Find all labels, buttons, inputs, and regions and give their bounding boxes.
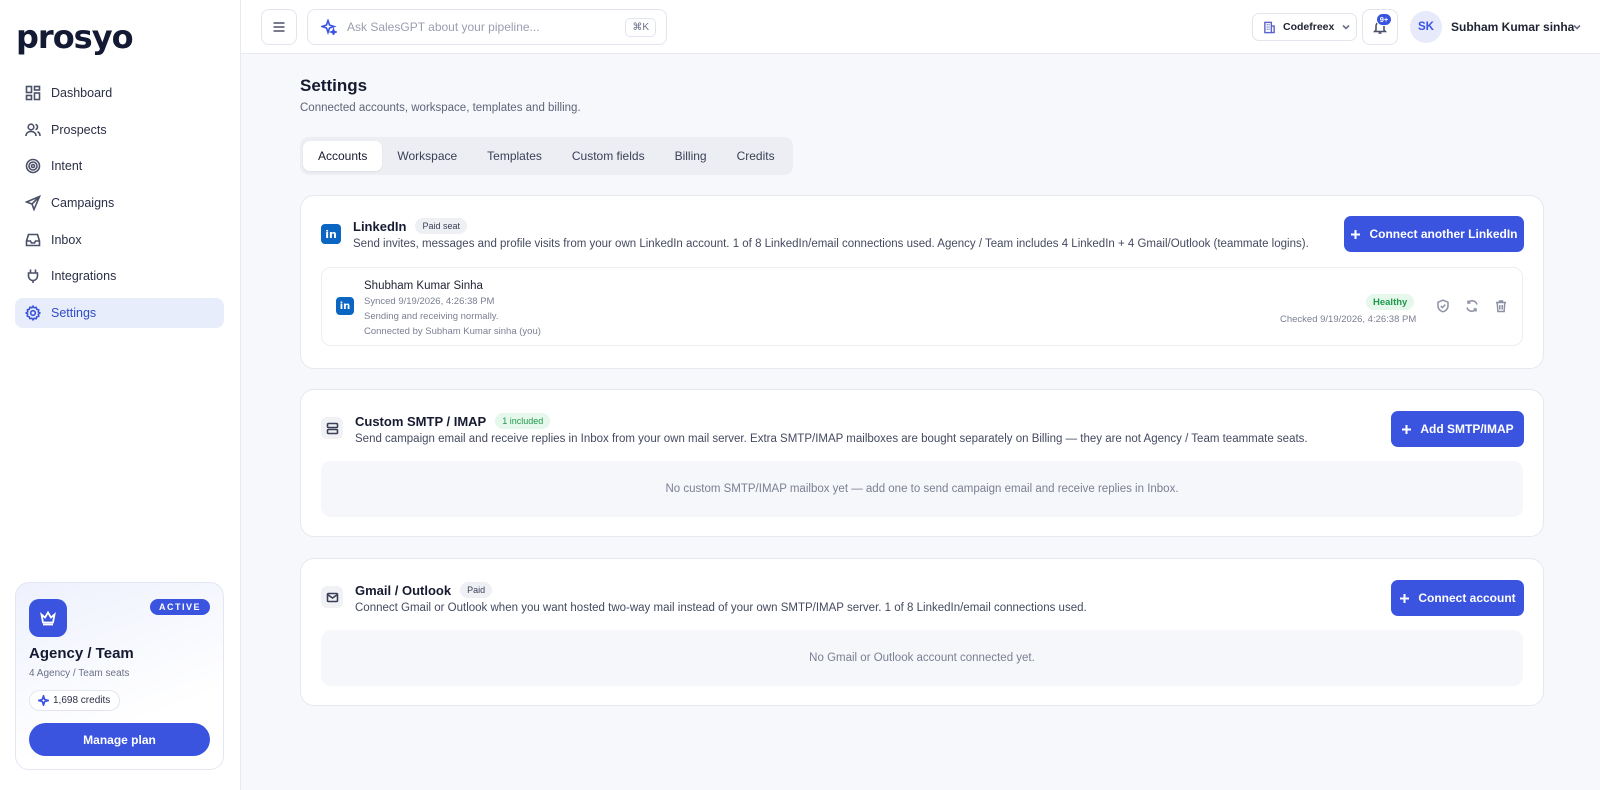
sidebar-item-label: Inbox bbox=[51, 232, 82, 247]
connect-linkedin-button[interactable]: Connect another LinkedIn bbox=[1344, 216, 1524, 252]
smtp-card: Custom SMTP / IMAP 1 included Send campa… bbox=[300, 389, 1544, 537]
crown-icon bbox=[29, 599, 67, 637]
sidebar-item-label: Settings bbox=[51, 306, 97, 321]
tab-templates[interactable]: Templates bbox=[472, 141, 557, 171]
card-title: Gmail / Outlook bbox=[355, 582, 452, 598]
sidebar-item-label: Prospects bbox=[51, 122, 107, 137]
sparkle-icon bbox=[321, 19, 337, 35]
manage-plan-button[interactable]: Manage plan bbox=[29, 723, 210, 756]
sidebar-item-prospects[interactable]: Prospects bbox=[15, 115, 224, 145]
card-title: Custom SMTP / IMAP bbox=[355, 413, 487, 429]
sidebar-item-label: Integrations bbox=[51, 269, 117, 284]
paid-seat-badge: Paid seat bbox=[415, 218, 467, 234]
notification-count-badge: 9+ bbox=[1376, 13, 1392, 26]
connect-account-button[interactable]: Connect account bbox=[1391, 580, 1524, 616]
page-subtitle: Connected accounts, workspace, templates… bbox=[300, 102, 581, 114]
users-icon bbox=[25, 123, 41, 136]
linkedin-account-row: in Shubham Kumar Sinha Synced 9/19/2026,… bbox=[321, 267, 1523, 346]
credits-text: 1,698 credits bbox=[53, 695, 111, 706]
user-name[interactable]: Subham Kumar sinha bbox=[1451, 20, 1574, 34]
gear-icon bbox=[25, 305, 41, 322]
sidebar-item-settings[interactable]: Settings bbox=[15, 298, 224, 329]
sidebar-item-intent[interactable]: Intent bbox=[15, 151, 224, 181]
plus-icon bbox=[1402, 424, 1412, 434]
account-name: Shubham Kumar Sinha bbox=[364, 280, 483, 292]
notifications-button[interactable]: 9+ bbox=[1362, 9, 1398, 45]
card-description: Send invites, messages and profile visit… bbox=[353, 238, 1309, 250]
sidebar-item-inbox[interactable]: Inbox bbox=[15, 225, 224, 255]
linkedin-icon: in bbox=[336, 297, 354, 315]
mail-icon bbox=[321, 586, 343, 608]
plus-icon bbox=[1400, 593, 1410, 603]
refresh-icon[interactable] bbox=[1465, 299, 1481, 315]
plan-seats: 4 Agency / Team seats bbox=[29, 668, 130, 679]
dashboard-icon bbox=[25, 85, 41, 101]
workspace-name: Codefreex bbox=[1283, 21, 1335, 33]
health-badge: Healthy bbox=[1366, 294, 1415, 310]
sidebar-item-integrations[interactable]: Integrations bbox=[15, 261, 224, 291]
add-smtp-button[interactable]: Add SMTP/IMAP bbox=[1391, 411, 1524, 447]
plan-name: Agency / Team bbox=[29, 645, 134, 662]
card-description: Connect Gmail or Outlook when you want h… bbox=[355, 602, 1087, 614]
target-icon bbox=[25, 159, 41, 174]
building-icon bbox=[1264, 21, 1275, 33]
card-description: Send campaign email and receive replies … bbox=[355, 433, 1308, 445]
plan-status-badge: ACTIVE bbox=[149, 599, 210, 615]
avatar[interactable]: SK bbox=[1410, 11, 1442, 43]
button-label: Connect account bbox=[1418, 591, 1516, 605]
credits-pill: 1,698 credits bbox=[29, 690, 121, 711]
tab-accounts[interactable]: Accounts bbox=[303, 141, 383, 171]
gmail-title-row: Gmail / Outlook Paid bbox=[355, 582, 493, 598]
settings-tabs: Accounts Workspace Templates Custom fiel… bbox=[300, 137, 793, 175]
linkedin-title-row: LinkedIn Paid seat bbox=[353, 218, 467, 234]
plan-card: ACTIVE Agency / Team 4 Agency / Team sea… bbox=[15, 582, 224, 770]
sparkle-icon bbox=[38, 695, 49, 706]
smtp-title-row: Custom SMTP / IMAP 1 included bbox=[355, 413, 551, 429]
account-status-text: Sending and receiving normally. bbox=[364, 311, 499, 322]
send-icon bbox=[25, 195, 41, 212]
search-bar[interactable]: ⌘K bbox=[307, 9, 667, 45]
button-label: Connect another LinkedIn bbox=[1369, 227, 1518, 241]
inbox-icon bbox=[25, 233, 41, 247]
page-title: Settings bbox=[300, 76, 368, 95]
button-label: Add SMTP/IMAP bbox=[1420, 422, 1514, 436]
included-badge: 1 included bbox=[495, 413, 551, 429]
tab-credits[interactable]: Credits bbox=[722, 141, 790, 171]
plug-icon bbox=[27, 269, 39, 284]
sidebar-item-label: Dashboard bbox=[51, 86, 113, 100]
sidebar-nav: Dashboard Prospects Intent Campaigns Inb… bbox=[15, 78, 224, 335]
empty-state: No custom SMTP/IMAP mailbox yet — add on… bbox=[321, 461, 1523, 517]
plus-icon bbox=[1351, 229, 1361, 239]
empty-state: No Gmail or Outlook account connected ye… bbox=[321, 630, 1523, 686]
hamburger-icon bbox=[273, 22, 285, 32]
last-checked: Checked 9/19/2026, 4:26:38 PM bbox=[1280, 314, 1417, 325]
paid-badge: Paid bbox=[460, 582, 493, 598]
tab-billing[interactable]: Billing bbox=[660, 141, 722, 171]
sidebar-item-campaigns[interactable]: Campaigns bbox=[15, 188, 224, 218]
search-input[interactable] bbox=[347, 20, 617, 34]
linkedin-card: in LinkedIn Paid seat Send invites, mess… bbox=[300, 195, 1544, 369]
tab-custom-fields[interactable]: Custom fields bbox=[557, 141, 660, 171]
sidebar: prosyo Dashboard Prospects Intent Campai… bbox=[0, 0, 241, 790]
server-icon bbox=[321, 417, 343, 439]
tab-workspace[interactable]: Workspace bbox=[382, 141, 472, 171]
menu-button[interactable] bbox=[261, 9, 297, 45]
card-title: LinkedIn bbox=[353, 218, 407, 234]
linkedin-icon: in bbox=[321, 224, 341, 244]
chevron-down-icon[interactable] bbox=[1572, 22, 1582, 32]
sidebar-item-label: Campaigns bbox=[51, 196, 115, 211]
shortcut-hint: ⌘K bbox=[625, 18, 656, 37]
topbar: ⌘K Codefreex 9+ SK Subham Kumar sinha bbox=[241, 0, 1600, 54]
sidebar-item-dashboard[interactable]: Dashboard bbox=[15, 78, 224, 108]
shield-check-icon[interactable] bbox=[1436, 299, 1452, 315]
account-connected-by: Connected by Subham Kumar sinha (you) bbox=[364, 326, 541, 337]
trash-icon[interactable] bbox=[1494, 299, 1510, 315]
chevron-down-icon bbox=[1342, 24, 1350, 30]
workspace-switcher[interactable]: Codefreex bbox=[1252, 13, 1357, 41]
logo[interactable]: prosyo bbox=[16, 18, 134, 56]
account-synced: Synced 9/19/2026, 4:26:38 PM bbox=[364, 296, 495, 307]
sidebar-item-label: Intent bbox=[51, 159, 83, 174]
gmail-card: Gmail / Outlook Paid Connect Gmail or Ou… bbox=[300, 558, 1544, 706]
